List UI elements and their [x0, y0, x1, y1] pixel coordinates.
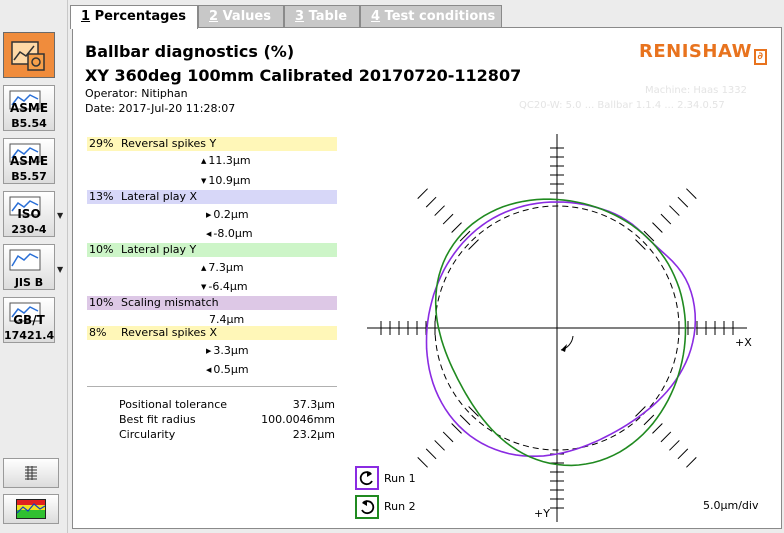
tab-test-conditions[interactable]: 4 Test conditions: [360, 5, 502, 27]
diagnostics-icon: [11, 41, 45, 71]
ballbar-polar-plot: [367, 134, 747, 522]
chart-icon: [9, 249, 41, 271]
asme-b557-button[interactable]: ASME B5.57: [3, 138, 55, 184]
run-1-toggle[interactable]: [355, 466, 379, 490]
y-axis-label: +Y: [534, 507, 550, 520]
table-view-button[interactable]: [3, 458, 59, 488]
color-map-button[interactable]: [3, 494, 59, 524]
standards-toolbar: ASME B5.54 ASME B5.57 ISO 230-4 ▼ JIS B …: [0, 0, 68, 533]
iso-dropdown-arrow-icon[interactable]: ▼: [57, 212, 65, 220]
gbt-label-top: GB/T: [13, 313, 45, 327]
asme-b554-label: B5.54: [11, 117, 47, 130]
diagnostics-tool-button[interactable]: [3, 32, 55, 78]
scale-label: 5.0µm/div: [703, 499, 759, 512]
asme-b557-label: B5.57: [11, 170, 47, 183]
jis-b-label: JIS B: [14, 276, 44, 289]
gbt-17421-label: 17421.4: [4, 329, 55, 342]
x-axis-label: +X: [735, 336, 752, 349]
run-2-toggle[interactable]: [355, 495, 379, 519]
asme-label-top: ASME: [9, 101, 49, 115]
iso-230-4-button[interactable]: ISO 230-4: [3, 191, 55, 237]
tab-values[interactable]: 2 Values: [198, 5, 284, 27]
iso-230-4-label: 230-4: [11, 223, 47, 236]
iso-label-top: ISO: [17, 207, 41, 221]
tab-percentages[interactable]: 1 Percentages: [70, 5, 198, 29]
report-panel: Ballbar diagnostics (%) XY 360deg 100mm …: [72, 27, 782, 529]
jis-dropdown-arrow-icon[interactable]: ▼: [57, 266, 65, 274]
run-2-label: Run 2: [384, 500, 416, 513]
heatmap-icon: [16, 499, 46, 519]
clockwise-icon: [361, 500, 375, 515]
run-1-trace: [425, 201, 697, 457]
ballbar-window: ASME B5.54 ASME B5.57 ISO 230-4 ▼ JIS B …: [0, 0, 784, 533]
run-1-label: Run 1: [384, 472, 416, 485]
anticlockwise-icon: [359, 471, 373, 486]
grid-table-icon: [25, 466, 37, 480]
jis-b-button[interactable]: JIS B: [3, 244, 55, 290]
direction-arc: [560, 335, 574, 351]
tab-table[interactable]: 3 Table: [284, 5, 360, 27]
asme-label-top: ASME: [9, 154, 49, 168]
asme-b554-button[interactable]: ASME B5.54: [3, 85, 55, 131]
gbt-17421-button[interactable]: GB/T 17421.4: [3, 297, 55, 343]
